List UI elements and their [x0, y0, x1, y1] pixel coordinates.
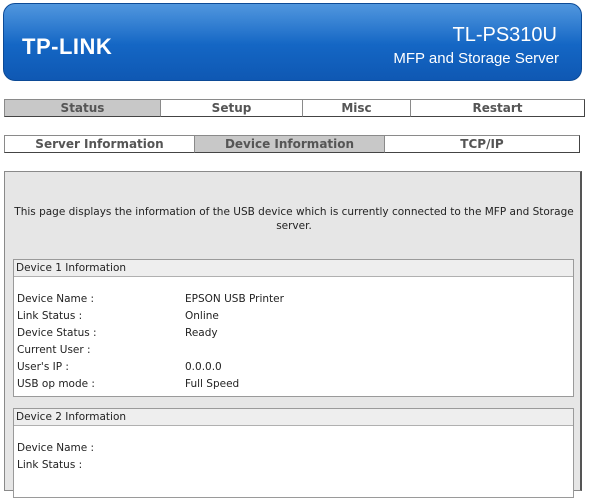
device-2-row: Device Name :: [17, 441, 557, 456]
field-label: Link Status :: [17, 310, 83, 322]
field-label: Link Status :: [17, 459, 83, 471]
device-1-row: User's IP : 0.0.0.0: [17, 360, 557, 375]
tab-device-information[interactable]: Device Information: [194, 135, 385, 153]
tab-server-information[interactable]: Server Information: [4, 135, 195, 153]
field-label: Current User :: [17, 344, 91, 356]
field-label: Device Name :: [17, 293, 95, 305]
tab-tcp-ip[interactable]: TCP/IP: [384, 135, 580, 153]
field-value: 0.0.0.0: [185, 361, 222, 373]
device-1-row: Link Status : Online: [17, 309, 557, 324]
field-label: Device Status :: [17, 327, 97, 339]
field-label: User's IP :: [17, 361, 69, 373]
tab-misc[interactable]: Misc: [302, 99, 411, 117]
page-description: This page displays the information of th…: [14, 206, 574, 232]
tab-setup[interactable]: Setup: [160, 99, 303, 117]
device-1-title: Device 1 Information: [14, 260, 573, 277]
tab-restart[interactable]: Restart: [410, 99, 585, 117]
model-name: TL-PS310U: [452, 24, 558, 46]
field-label: USB op mode :: [17, 378, 95, 390]
field-value: Online: [185, 310, 219, 322]
header-banner: TP-LINK TL-PS310U MFP and Storage Server: [3, 3, 582, 81]
device-2-title: Device 2 Information: [14, 409, 573, 426]
device-2-row: Link Status :: [17, 458, 557, 473]
device-1-row: Device Name : EPSON USB Printer: [17, 292, 557, 307]
device-2-panel: Device 2 Information Device Name : Link …: [13, 408, 574, 498]
field-label: Device Name :: [17, 442, 95, 454]
tab-status[interactable]: Status: [4, 99, 161, 117]
device-1-panel: Device 1 Information Device Name : EPSON…: [13, 259, 574, 397]
main-nav: Status Setup Misc Restart: [4, 99, 585, 117]
device-1-row: USB op mode : Full Speed: [17, 377, 557, 392]
field-value: Full Speed: [185, 378, 240, 390]
device-1-row: Device Status : Ready: [17, 326, 557, 341]
tp-link-logo: TP-LINK: [22, 34, 113, 59]
sub-nav: Server Information Device Information TC…: [4, 135, 580, 153]
device-1-row: Current User :: [17, 343, 557, 358]
product-subtitle: MFP and Storage Server: [393, 50, 559, 67]
field-value: EPSON USB Printer: [185, 293, 284, 305]
content-area: This page displays the information of th…: [4, 171, 582, 498]
field-value: Ready: [185, 327, 218, 339]
